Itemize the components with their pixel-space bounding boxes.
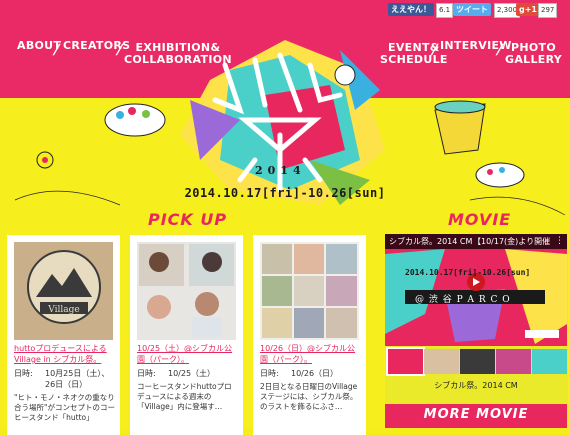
pickup-card-title[interactable]: 10/25（土）@シブカル公園（パーク）。 [137,343,238,365]
nav-photo-line2[interactable]: GALLERY [505,54,562,66]
artist-photo-thumbnail[interactable] [137,242,236,340]
video-more-icon[interactable]: ⋮ [555,234,564,249]
movie-caption: シブカル祭。2014 CM [434,381,518,390]
festival-dates: 2014.10.17[fri]-10.26[sun] [184,186,386,200]
video-title[interactable]: シブカル祭。2014 CM [389,234,472,249]
flower-doodle-icon [36,151,54,169]
gplus-count: 297 [538,3,558,18]
nav-event-line2[interactable]: SCHEDULE [380,54,448,66]
movie-thumbnails [386,347,567,376]
pickup-card-date-label: 日時: [137,369,156,378]
video-badge: 【10/17(金)より開催 [473,237,551,246]
movie-thumb[interactable] [532,349,567,374]
tweet-button[interactable]: ツイート [453,3,491,16]
tweet-label[interactable]: ツイート [456,5,488,14]
paint-palette-right-icon [475,162,525,188]
pickup-card[interactable]: 10/26（日）@シブカル公園（パーク）。 日時: 10/26（日） 2日目とな… [253,235,366,435]
facebook-like-count: 6.1 [436,3,454,18]
pickup-card-title[interactable]: 10/26（日）@シブカル公園（パーク）。 [260,343,361,365]
movie-thumb[interactable] [460,349,495,374]
video-frame-art [385,234,567,346]
movie-thumb[interactable] [386,347,425,376]
video-overlay-place: @ 渋 谷 P A R C O [415,295,511,305]
pickup-card-description: "ヒト・モノ・ネオクの重なり合う場所"がコンセプトのコーヒースタンド「hutto… [14,393,115,422]
facebook-like-button[interactable]: ええやん！ [388,3,434,16]
pickup-card-date-label: 日時: [14,369,33,378]
more-movie-label[interactable]: MORE MOVIE [385,407,567,422]
pickup-card-date-value: 10/25（土） [168,369,216,378]
video-overlay-dates: 2014.10.17[fri]-10.26[sun] [405,268,531,277]
movie-thumb[interactable] [496,349,531,374]
pickup-card-date-value: 10月25日（土）、 [45,369,110,378]
pickup-card-title[interactable]: huttoプロデュースによるVillage in シブカル祭。 [14,343,115,365]
festival-year: 2014 [255,164,306,177]
svg-text:Village: Village [47,305,79,315]
pickup-card-title-link[interactable]: 10/26（日）@シブカル公園（パーク）。 [260,344,355,364]
nav-photo-gallery[interactable]: PHOTO GALLERY [505,42,562,66]
nav-exhibition[interactable]: EXHIBITION& COLLABORATION [124,42,232,66]
movie-heading: MOVIE [448,210,512,229]
video-title-bar: シブカル祭。2014 CM 【10/17(金)より開催 ⋮ [385,234,567,249]
nav-exhibition-line2[interactable]: COLLABORATION [124,54,232,66]
bucket-icon [434,100,486,155]
pickup-card-title-link[interactable]: 10/25（土）@シブカル公園（パーク）。 [137,344,232,364]
gplus-button[interactable]: g+1 [516,3,540,16]
pickup-card-title-link[interactable]: huttoプロデュースによるVillage in シブカル祭。 [14,344,107,364]
collage-photo-thumbnail[interactable] [260,242,359,340]
facebook-like-label[interactable]: ええやん！ [391,5,431,14]
village-logo-thumbnail[interactable]: Village [14,242,113,340]
doodle-line [14,190,121,206]
video-player[interactable]: 2014.10.17[fri]-10.26[sun] @ 渋 谷 P A R C… [385,234,567,346]
movie-thumb[interactable] [424,349,459,374]
pickup-card[interactable]: 10/25（土）@シブカル公園（パーク）。 日時: 10/25（土） コーヒース… [130,235,243,435]
pickup-card-date-value2: 26日（日） [45,380,88,389]
more-movie-button[interactable]: MORE MOVIE [385,404,567,428]
pickup-card-date-value: 10/26（日） [291,369,339,378]
pickup-heading: PICK UP [148,210,228,229]
pickup-card[interactable]: Village huttoプロデュースによるVillage in シブカル祭。 … [7,235,120,435]
pickup-card-description: 2日目となる日曜日のVillageステージには、シブカル祭。のラストを飾るにふさ… [260,382,358,411]
pickup-card-description: コーヒースタンドhuttoプロデュースによる週末の「Village」内に登場す… [137,382,232,411]
pickup-card-date-label: 日時: [260,369,279,378]
paint-palette-left-icon [104,103,166,137]
gplus-label[interactable]: g+1 [519,5,537,14]
